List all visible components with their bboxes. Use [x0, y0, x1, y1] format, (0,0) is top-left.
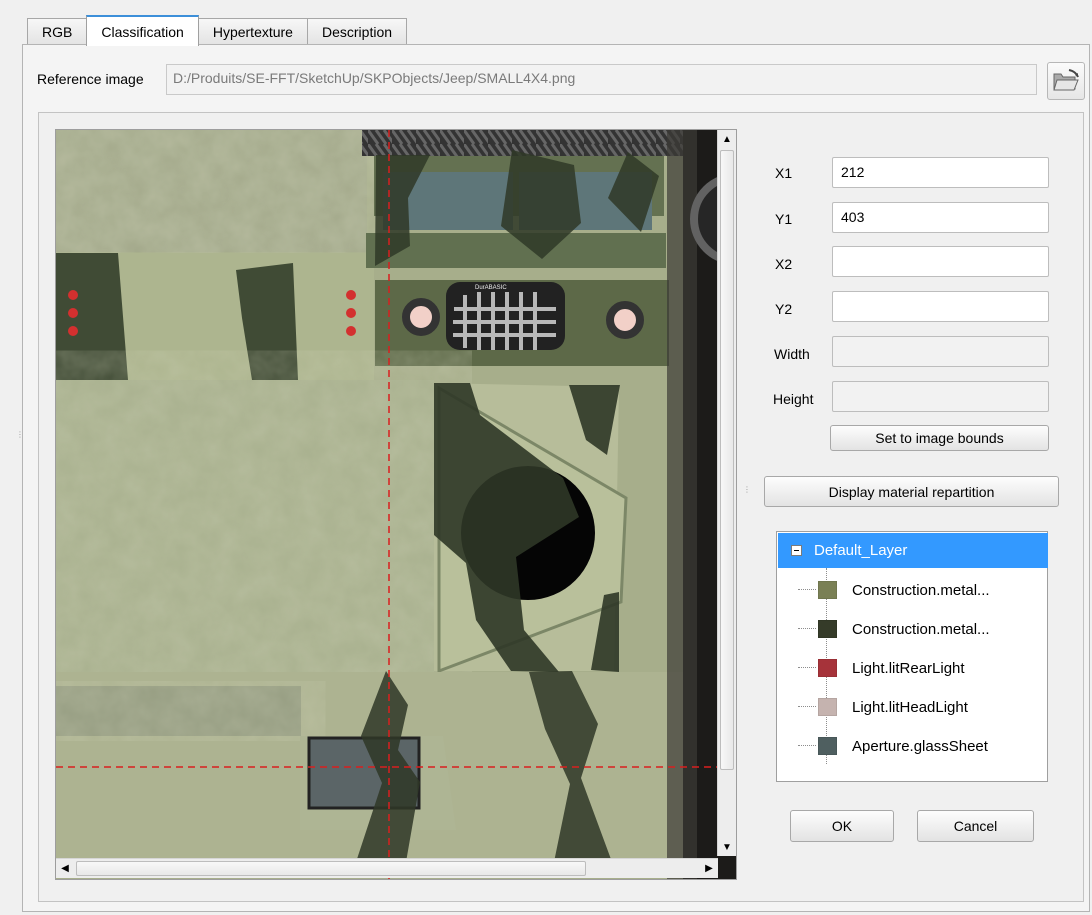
horizontal-scrollbar[interactable]: ◀ ▶: [56, 858, 718, 878]
y2-input[interactable]: [832, 291, 1049, 322]
reference-image-label: Reference image: [37, 71, 144, 87]
texture-embossed-label: DurABASIC: [475, 285, 507, 291]
material-color-swatch: [818, 620, 837, 638]
arrow-right-icon[interactable]: ▶: [700, 859, 718, 878]
tree-root-default-layer[interactable]: Default_Layer: [778, 533, 1048, 568]
x1-input[interactable]: 212: [832, 157, 1049, 188]
jeep-texture-image[interactable]: DurABASIC: [56, 130, 737, 880]
display-material-repartition-button[interactable]: Display material repartition: [764, 476, 1059, 507]
tree-item-construction-metal-2[interactable]: Construction.metal...: [798, 617, 990, 641]
folder-open-icon: [1053, 69, 1079, 91]
tree-connector: [798, 589, 816, 590]
arrow-down-icon[interactable]: ▼: [718, 838, 736, 856]
tree-item-label: Construction.metal...: [852, 620, 990, 638]
tree-item-label: Aperture.glassSheet: [852, 737, 988, 755]
vertical-scroll-thumb[interactable]: [720, 150, 734, 770]
tab-hypertexture[interactable]: Hypertexture: [197, 18, 308, 45]
tree-connector: [798, 667, 816, 668]
collapse-icon[interactable]: [791, 545, 802, 556]
tab-rgb[interactable]: RGB: [27, 18, 88, 45]
browse-folder-button[interactable]: [1047, 62, 1085, 100]
tree-root-label: Default_Layer: [814, 542, 908, 559]
x2-input[interactable]: [832, 246, 1049, 277]
tree-connector: [798, 745, 816, 746]
arrow-up-icon[interactable]: ▲: [718, 130, 736, 148]
y2-label: Y2: [775, 301, 793, 317]
tree-item-label: Construction.metal...: [852, 581, 990, 599]
ok-button[interactable]: OK: [790, 810, 894, 842]
material-color-swatch: [818, 698, 837, 716]
vertical-scrollbar[interactable]: ▲ ▼: [717, 130, 736, 856]
width-input: [832, 336, 1049, 367]
material-color-swatch: [818, 737, 837, 755]
y1-label: Y1: [775, 211, 793, 227]
cancel-button[interactable]: Cancel: [917, 810, 1034, 842]
material-classification-window: RGB Classification Hypertexture Descript…: [0, 0, 1092, 915]
y1-input[interactable]: 403: [832, 202, 1049, 233]
tree-item-label: Light.litHeadLight: [852, 698, 968, 716]
tree-connector: [798, 628, 816, 629]
material-color-swatch: [818, 581, 837, 599]
tree-item-label: Light.litRearLight: [852, 659, 965, 677]
reference-image-viewer[interactable]: DurABASIC: [55, 129, 737, 880]
reference-image-path[interactable]: D:/Produits/SE-FFT/SketchUp/SKPObjects/J…: [166, 64, 1037, 95]
arrow-left-icon[interactable]: ◀: [56, 859, 74, 878]
material-color-swatch: [818, 659, 837, 677]
tree-item-construction-metal-1[interactable]: Construction.metal...: [798, 578, 990, 602]
height-label: Height: [773, 391, 814, 407]
tab-classification[interactable]: Classification: [86, 15, 199, 46]
height-input: [832, 381, 1049, 412]
left-resize-grip[interactable]: ⋮: [16, 430, 24, 439]
width-label: Width: [774, 346, 810, 362]
tree-item-rear-light[interactable]: Light.litRearLight: [798, 656, 965, 680]
splitter-grip[interactable]: ⋮: [743, 485, 751, 494]
x1-label: X1: [775, 165, 793, 181]
tab-description[interactable]: Description: [306, 18, 408, 45]
tab-bar: RGB Classification Hypertexture Descript…: [27, 15, 408, 46]
x2-label: X2: [775, 256, 793, 272]
tree-item-glass-sheet[interactable]: Aperture.glassSheet: [798, 734, 988, 758]
tree-connector: [798, 706, 816, 707]
tree-item-head-light[interactable]: Light.litHeadLight: [798, 695, 968, 719]
horizontal-scroll-thumb[interactable]: [76, 861, 586, 876]
material-layer-tree[interactable]: Default_Layer Construction.metal... Cons…: [776, 531, 1048, 782]
set-image-bounds-button[interactable]: Set to image bounds: [830, 425, 1049, 451]
